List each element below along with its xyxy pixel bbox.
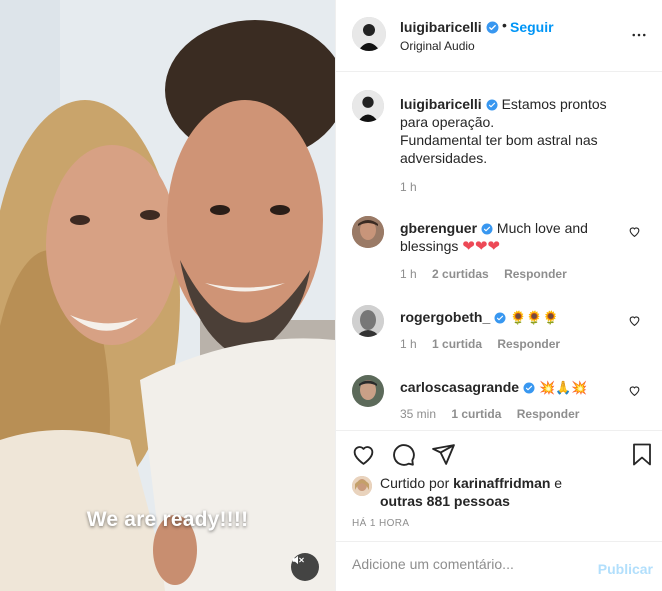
verified-badge-icon <box>481 223 493 235</box>
liked-by-others[interactable]: outras 881 pessoas <box>380 493 510 509</box>
author-username-text[interactable]: luigibaricelli <box>400 19 482 35</box>
comment-likes[interactable]: 2 curtidas <box>432 267 489 281</box>
comment-avatar[interactable] <box>352 216 384 248</box>
post-timestamp[interactable]: HÁ 1 HORA <box>352 518 410 529</box>
caption-text: luigibaricelli Estamos prontos para oper… <box>400 95 632 167</box>
verified-badge-icon <box>486 99 498 111</box>
like-comment-heart-icon[interactable] <box>628 384 641 397</box>
comment-text: carloscasagrande 💥🙏💥 <box>400 378 632 397</box>
post-sidebar: luigibaricelli • Seguir Original Audio l… <box>335 0 662 591</box>
comment-meta: 1 h 1 curtida Responder <box>400 337 572 351</box>
sunflower-emoji: 🌻🌻🌻 <box>510 310 559 325</box>
comment-avatar[interactable] <box>352 375 384 407</box>
comment-username[interactable]: rogergobeth_ <box>400 309 490 325</box>
liked-by-and: e <box>554 475 563 491</box>
post-media[interactable]: We are ready!!!! <box>0 0 335 591</box>
comment-username[interactable]: gberenguer <box>400 220 477 236</box>
share-paper-plane-icon[interactable] <box>431 442 456 467</box>
caption-time[interactable]: 1 h <box>400 180 417 194</box>
comment-meta: 1 h 2 curtidas Responder <box>400 267 579 281</box>
comment-text: gberenguer Much love and blessings ❤❤❤ <box>400 219 632 256</box>
caption-line2: Fundamental ter bom astral nas adversida… <box>400 132 598 166</box>
reply-button[interactable]: Responder <box>517 407 580 421</box>
caption-username[interactable]: luigibaricelli <box>400 96 482 112</box>
emoji-reaction: 💥🙏💥 <box>538 380 588 395</box>
comment-time[interactable]: 1 h <box>400 267 417 281</box>
comment-username[interactable]: carloscasagrande <box>400 379 519 395</box>
save-bookmark-icon[interactable] <box>630 442 654 467</box>
comments-list[interactable]: luigibaricelli Estamos prontos para oper… <box>336 73 662 430</box>
liked-by-prefix: Curtido por <box>380 475 450 491</box>
author-username[interactable]: luigibaricelli <box>400 19 499 35</box>
verified-badge-icon <box>523 382 535 394</box>
add-comment-bar: Publicar <box>336 541 662 591</box>
follow-button[interactable]: Seguir <box>510 19 554 35</box>
reply-button[interactable]: Responder <box>497 337 560 351</box>
like-comment-heart-icon[interactable] <box>628 314 641 327</box>
comment-time[interactable]: 1 h <box>400 337 417 351</box>
comment-avatar[interactable] <box>352 305 384 337</box>
author-avatar[interactable] <box>352 17 386 51</box>
reply-button[interactable]: Responder <box>504 267 567 281</box>
liked-by-user[interactable]: karinaffridman <box>453 475 550 491</box>
post-header: luigibaricelli • Seguir Original Audio <box>336 0 662 72</box>
caption-avatar[interactable] <box>352 90 384 122</box>
audio-subtitle[interactable]: Original Audio <box>400 39 475 53</box>
comment-input[interactable] <box>352 556 582 572</box>
comment-bubble-icon[interactable] <box>391 442 416 467</box>
verified-badge-icon <box>486 21 499 34</box>
action-bar <box>336 430 662 476</box>
publish-button[interactable]: Publicar <box>598 561 653 577</box>
comment-likes[interactable]: 1 curtida <box>451 407 501 421</box>
liked-by-avatar[interactable] <box>352 476 372 496</box>
post-photo <box>0 0 335 591</box>
comment-time[interactable]: 35 min <box>400 407 436 421</box>
like-comment-heart-icon[interactable] <box>628 225 641 238</box>
liked-by-text: Curtido por karinaffridman e outras 881 … <box>380 474 640 510</box>
like-heart-icon[interactable] <box>351 442 376 467</box>
comment-likes[interactable]: 1 curtida <box>432 337 482 351</box>
comment-text: rogergobeth_ 🌻🌻🌻 <box>400 308 632 327</box>
speaker-muted-icon <box>292 555 304 565</box>
mute-button[interactable] <box>291 553 319 581</box>
red-heart-emoji: ❤❤❤ <box>462 238 500 255</box>
more-options-icon[interactable] <box>630 26 648 44</box>
caption-meta: 1 h <box>400 180 429 194</box>
separator-dot: • <box>502 17 507 33</box>
comment-meta: 35 min 1 curtida Responder <box>400 407 591 421</box>
story-overlay-text: We are ready!!!! <box>86 508 249 531</box>
verified-badge-icon <box>494 312 506 324</box>
